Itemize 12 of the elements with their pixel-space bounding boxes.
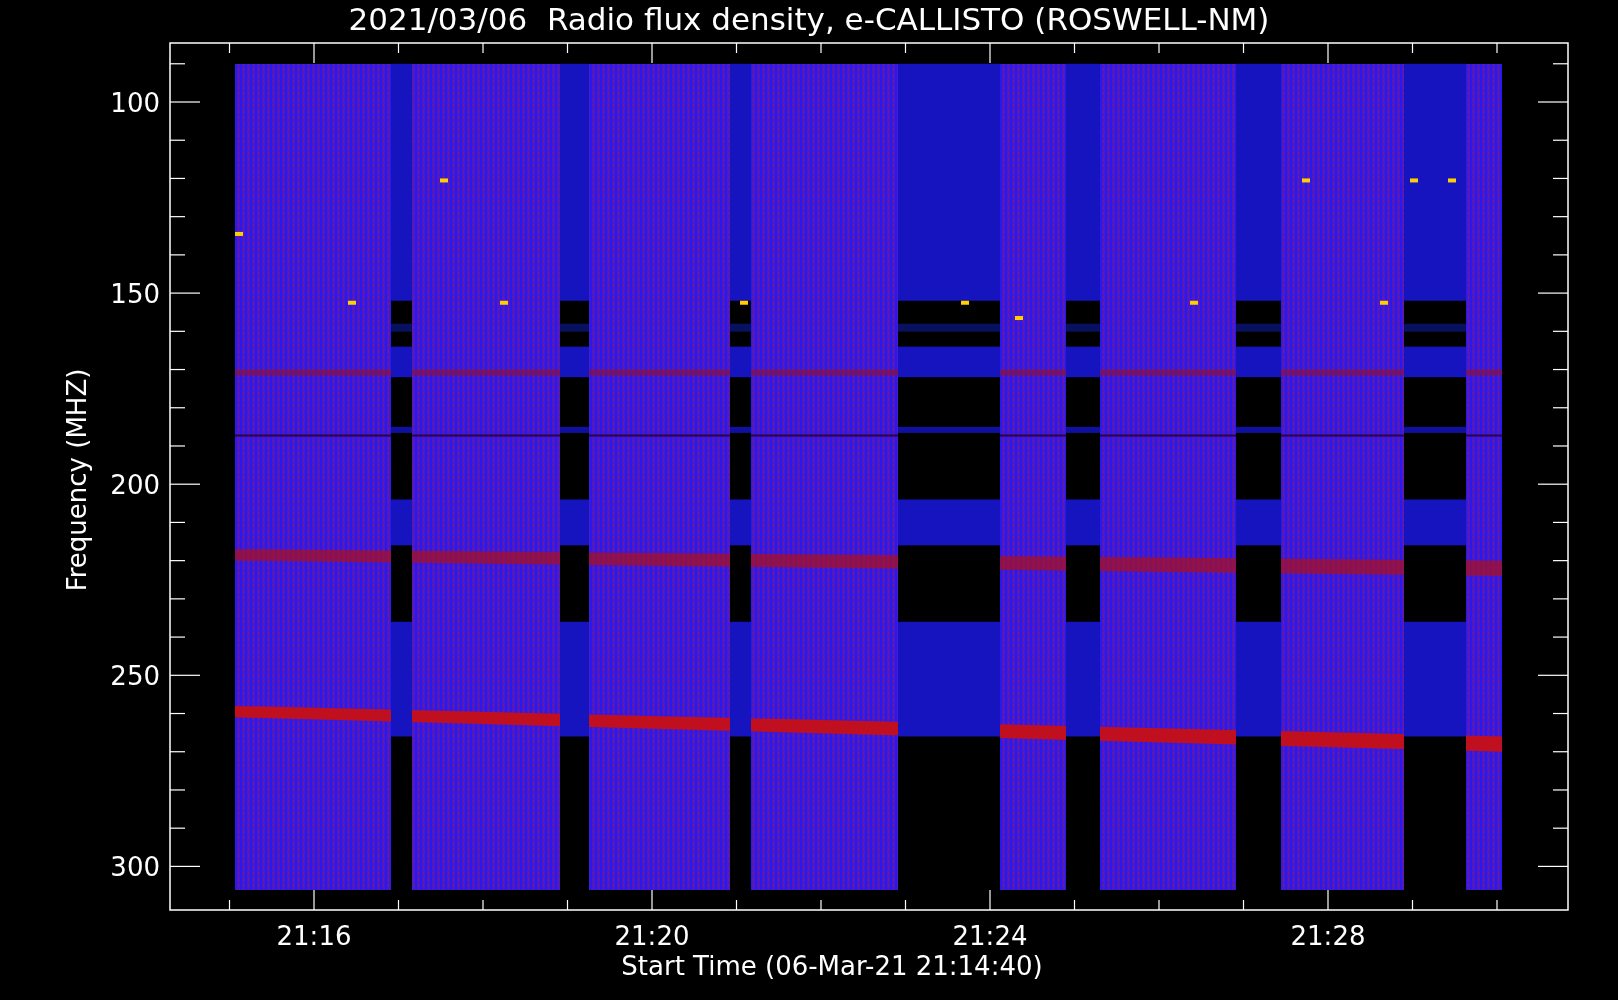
tick-label: 200 [110,470,160,501]
tick-label: 21:28 [1290,921,1366,951]
axis-label: Frequency (MHZ) [62,368,92,592]
chart-title: 2021/03/06 Radio flux density, e-CALLISTO (ROSWELL-NM) [348,1,1270,37]
tick-label: 150 [110,279,160,310]
tick-label: 300 [110,852,160,883]
tick-label: 21:16 [276,921,352,951]
tick-label: 21:24 [952,921,1028,951]
axis-label: Start Time (06-Mar-21 21:14:40) [621,951,1043,981]
tick-label: 100 [110,88,160,118]
tick-label: 250 [110,661,160,692]
tick-label: 21:20 [614,921,690,951]
